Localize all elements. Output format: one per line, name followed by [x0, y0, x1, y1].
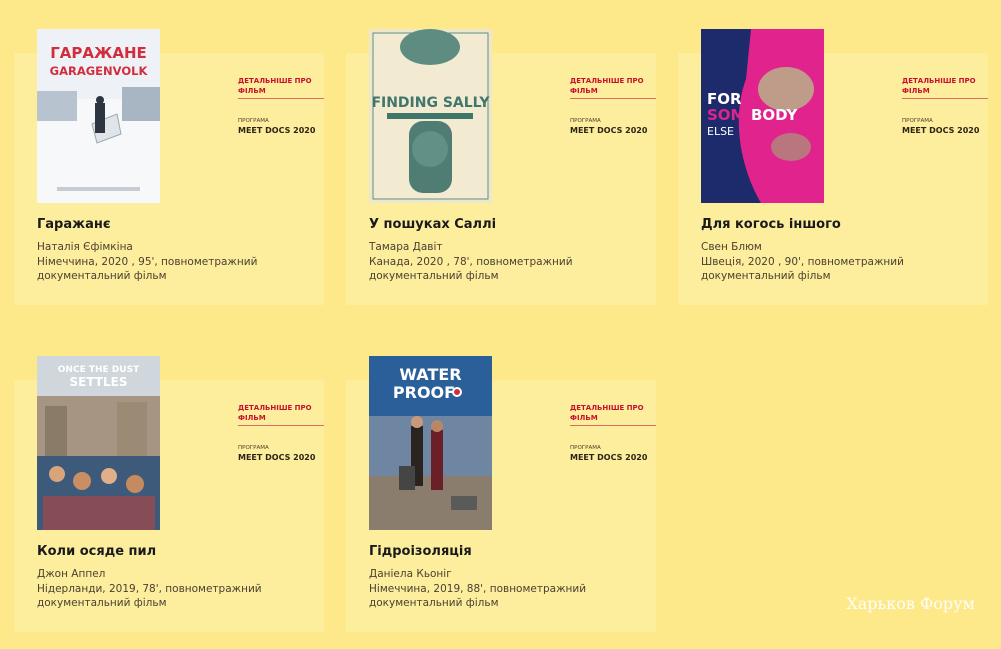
film-director: Наталія Єфімкіна: [37, 241, 133, 253]
program-value: MEET DOCS 2020: [902, 126, 980, 135]
poster-title-line1: ONCE THE DUST: [58, 365, 140, 375]
film-director: Джон Аппел: [37, 568, 106, 580]
poster-title-line2: SETTLES: [70, 375, 128, 389]
film-title[interactable]: Гаражанє: [37, 217, 111, 232]
poster-image[interactable]: ГАРАЖАНЕ GARAGENVOLK: [37, 29, 160, 203]
film-title[interactable]: Гідроізоляція: [369, 544, 472, 559]
program-label: ПРОГРАМА: [238, 118, 269, 124]
poster-title-line2b: BODY: [751, 106, 799, 124]
film-card: WATER PROOF ДЕТАЛЬНІШЕ ПРО ФІЛЬМ ПРОГРАМ…: [346, 356, 656, 632]
film-details-link[interactable]: ДЕТАЛЬНІШЕ ПРО ФІЛЬМ: [238, 76, 324, 99]
program-label: ПРОГРАМА: [238, 445, 269, 451]
program-label: ПРОГРАМА: [902, 118, 933, 124]
program-value: MEET DOCS 2020: [238, 126, 316, 135]
film-title[interactable]: У пошуках Саллі: [369, 217, 496, 232]
program-value: MEET DOCS 2020: [570, 126, 648, 135]
film-meta: Канада, 2020 , 78', повнометражний докум…: [369, 256, 573, 282]
film-details-link[interactable]: ДЕТАЛЬНІШЕ ПРО ФІЛЬМ: [902, 76, 988, 99]
poster-title-line1: WATER: [399, 365, 461, 384]
film-meta: Німеччина, 2019, 88', повнометражний док…: [369, 583, 587, 609]
film-director: Свен Блюм: [701, 241, 762, 253]
poster-title-line3: ELSE: [707, 125, 734, 138]
poster-image[interactable]: ONCE THE DUST SETTLES: [37, 356, 160, 530]
film-details-link[interactable]: ДЕТАЛЬНІШЕ ПРО ФІЛЬМ: [570, 403, 656, 426]
film-meta: Німеччина, 2020 , 95', повнометражний до…: [37, 256, 258, 282]
film-meta: Швеція, 2020 , 90', повнометражний докум…: [701, 256, 904, 282]
film-title[interactable]: Для когось іншого: [701, 217, 841, 232]
program-label: ПРОГРАМА: [570, 445, 601, 451]
film-meta: Нідерланди, 2019, 78', повнометражний до…: [37, 583, 262, 609]
film-card: FINDING SALLY ДЕТАЛЬНІШЕ ПРО ФІЛЬМ ПРОГР…: [346, 29, 656, 305]
film-director: Даніела Кьоніг: [369, 568, 452, 580]
program-label: ПРОГРАМА: [570, 118, 601, 124]
film-card: ГАРАЖАНЕ GARAGENVOLK ДЕТАЛЬНІШЕ ПРО ФІЛЬ…: [14, 29, 324, 305]
poster-title: ГАРАЖАНЕ: [50, 44, 147, 62]
poster-title-line2: PROOF: [393, 383, 455, 402]
poster-image[interactable]: FINDING SALLY: [369, 29, 492, 203]
film-details-link[interactable]: ДЕТАЛЬНІШЕ ПРО ФІЛЬМ: [238, 403, 324, 426]
poster-image[interactable]: FOR SOME BODY ELSE: [701, 29, 824, 203]
poster-title-line2a: SOME: [707, 106, 756, 124]
program-value: MEET DOCS 2020: [238, 453, 316, 462]
film-details-link[interactable]: ДЕТАЛЬНІШЕ ПРО ФІЛЬМ: [570, 76, 656, 99]
film-director: Тамара Давіт: [369, 241, 443, 253]
film-card: ONCE THE DUST SETTLES ДЕТАЛЬНІШЕ ПРО ФІЛ…: [14, 356, 324, 632]
film-card: FOR SOME BODY ELSE ДЕТАЛЬНІШЕ ПРО ФІЛЬМ …: [678, 29, 988, 305]
poster-subtitle: GARAGENVOLK: [50, 64, 149, 78]
poster-image[interactable]: WATER PROOF: [369, 356, 492, 530]
watermark-text: Харьков Форум: [846, 594, 975, 613]
poster-title: FINDING SALLY: [371, 95, 490, 111]
program-value: MEET DOCS 2020: [570, 453, 648, 462]
film-title[interactable]: Коли осяде пил: [37, 544, 156, 559]
